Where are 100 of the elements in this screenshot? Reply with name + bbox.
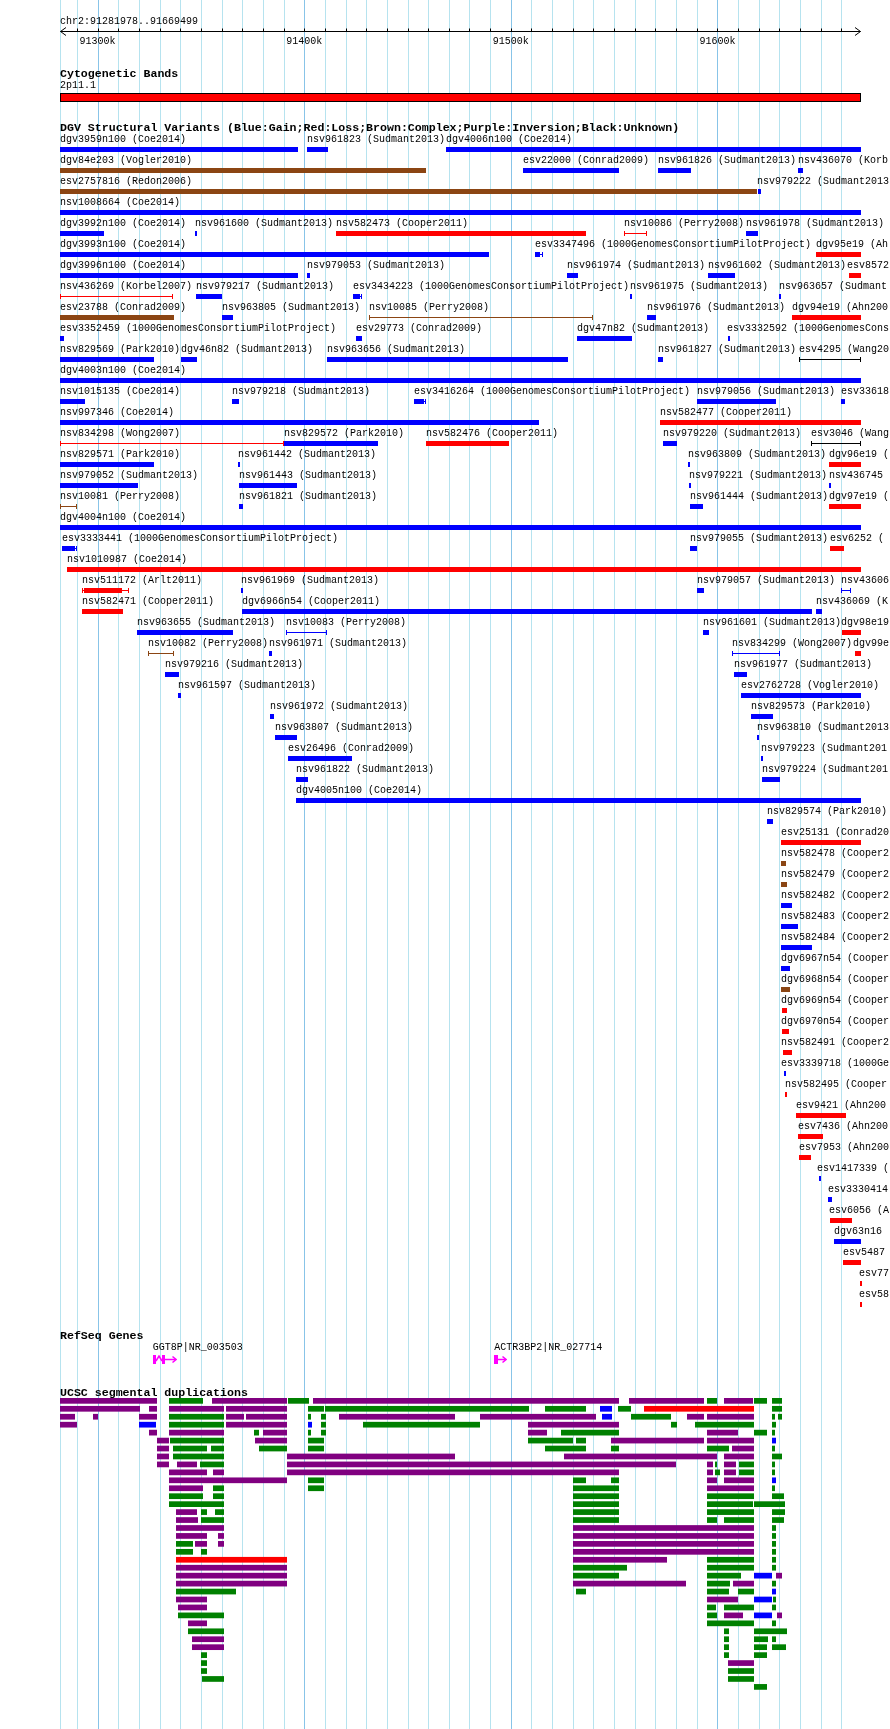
variant-bar[interactable] — [82, 588, 129, 593]
variant-label: dgv84e203 (Vogler2010) — [60, 154, 193, 166]
variant-label: dgv97e19 ( — [829, 490, 889, 502]
variant-label: esv1417339 ( — [817, 1162, 889, 1174]
variant-label: esv9421 (Ahn200 — [796, 1099, 886, 1111]
variant-label: nsv979224 (Sudmant201 — [762, 763, 889, 775]
variant-label: esv3046 (Wang — [811, 427, 889, 439]
variant-label: nsv961442 (Sudmant2013) — [238, 448, 377, 460]
variant-label: nsv1015135 (Coe2014) — [60, 385, 181, 397]
variant-label: esv25131 (Conrad20 — [781, 826, 890, 838]
variant-label: esv23788 (Conrad2009) — [60, 301, 187, 313]
variant-label: esv58 — [859, 1288, 889, 1300]
gene-label[interactable]: GGT8P|NR_003503 — [152, 1342, 243, 1353]
variant-label: nsv961444 (Sudmant2013) — [690, 490, 829, 502]
variant-label: nsv961969 (Sudmant2013) — [241, 574, 380, 586]
variant-label: dgv4005n100 (Coe2014) — [296, 784, 423, 796]
variant-label: nsv979220 (Sudmant2013) — [663, 427, 802, 439]
tick-label: 91300k — [79, 35, 116, 47]
variant-label: nsv829573 (Park2010) — [751, 700, 872, 712]
variant-label: nsv961597 (Sudmant2013) — [178, 679, 317, 691]
variant-label: nsv10086 (Perry2008) — [624, 217, 745, 229]
variant-label: nsv10082 (Perry2008) — [148, 637, 269, 649]
variant-label: nsv961823 (Sudmant2013) — [307, 133, 446, 145]
variant-label: nsv582483 (Cooper2 — [781, 910, 890, 922]
variant-range[interactable] — [841, 588, 851, 593]
variant-bar[interactable] — [62, 546, 77, 551]
variant-label: dgv3959n100 (Coe2014) — [60, 133, 187, 145]
variant-label: nsv829574 (Park2010) — [767, 805, 888, 817]
variant-label: esv2757816 (Redon2006) — [60, 175, 193, 187]
gene-arrow-icon[interactable] — [494, 1355, 508, 1364]
variant-label: nsv10081 (Perry2008) — [60, 490, 181, 502]
variant-label: nsv1010987 (Coe2014) — [67, 553, 188, 565]
variant-label: nsv961971 (Sudmant2013) — [269, 637, 408, 649]
variant-label: dgv99e — [853, 637, 889, 649]
variant-label: nsv582473 (Cooper2011) — [336, 217, 469, 229]
band-label: 2p11.1 — [60, 79, 96, 91]
variant-label: nsv961602 (Sudmant2013) — [708, 259, 847, 271]
variant-label: nsv436069 (K — [816, 595, 888, 607]
variant-range[interactable] — [148, 651, 174, 656]
variant-label: nsv961821 (Sudmant2013) — [239, 490, 378, 502]
variant-label: nsv979221 (Sudmant2013) — [689, 469, 828, 481]
variant-label: nsv1008664 (Coe2014) — [60, 196, 181, 208]
track-title: RefSeq Genes — [60, 1330, 144, 1342]
variant-label: nsv582478 (Cooper2 — [781, 847, 890, 859]
variant-label: nsv582491 (Cooper2 — [781, 1036, 890, 1048]
variant-label: nsv979052 (Sudmant2013) — [60, 469, 199, 481]
variant-range[interactable] — [799, 357, 861, 362]
variant-label: dgv6969n54 (Cooper — [781, 994, 890, 1006]
chromosome-band[interactable] — [60, 92, 861, 102]
variant-label: nsv961822 (Sudmant2013) — [296, 763, 435, 775]
variant-label: esv2762728 (Vogler2010) — [741, 679, 880, 691]
variant-label: esv3347496 (1000GenomesConsortiumPilotProject) — [535, 238, 812, 250]
variant-range[interactable] — [60, 504, 77, 509]
gene-label[interactable]: ACTR3BP2|NR_027714 — [494, 1342, 603, 1353]
position-text: chr2:91281978..91669499 — [60, 15, 199, 27]
variant-label: esv6056 (A — [829, 1204, 889, 1216]
variant-bar[interactable] — [535, 252, 543, 257]
variant-label: nsv961443 (Sudmant2013) — [239, 469, 378, 481]
variant-range[interactable] — [811, 441, 861, 446]
tick-label: 91600k — [699, 35, 736, 47]
variant-range[interactable] — [732, 651, 780, 656]
variant-label: dgv94e19 (Ahn200 — [792, 301, 888, 313]
variant-label: nsv961972 (Sudmant2013) — [270, 700, 409, 712]
variant-label: esv3339718 (1000Ge — [781, 1057, 890, 1069]
variant-label: nsv979056 (Sudmant2013) — [697, 385, 836, 397]
variant-label: nsv963657 (Sudmant — [779, 280, 888, 292]
variant-label: dgv6970n54 (Cooper — [781, 1015, 890, 1027]
variant-label: dgv47n82 (Sudmant2013) — [577, 322, 710, 334]
variant-label: nsv963810 (Sudmant2013 — [757, 721, 890, 733]
variant-bar[interactable] — [414, 399, 426, 404]
variant-label: esv3352459 (1000GenomesConsortiumPilotProject) — [60, 322, 337, 334]
variant-label: nsv43606 — [841, 574, 889, 586]
variant-label: nsv582471 (Cooper2011) — [82, 595, 215, 607]
variant-label: nsv834298 (Wong2007) — [60, 427, 181, 439]
variant-label: nsv963805 (Sudmant2013) — [222, 301, 361, 313]
variant-label: nsv979216 (Sudmant2013) — [165, 658, 304, 670]
variant-label: nsv511172 (Arlt2011) — [82, 574, 203, 586]
variant-label: dgv4004n100 (Coe2014) — [60, 511, 187, 523]
variant-label: esv3330414 — [828, 1183, 888, 1195]
variant-label: nsv961978 (Sudmant2013) — [746, 217, 885, 229]
variant-label: dgv6966n54 (Cooper2011) — [242, 595, 381, 607]
variant-bar[interactable] — [353, 294, 362, 299]
variant-range[interactable] — [286, 630, 327, 635]
variant-label: nsv829569 (Park2010) — [60, 343, 181, 355]
variant-label: dgv4003n100 (Coe2014) — [60, 364, 187, 376]
tick-label: 91500k — [492, 35, 529, 47]
variant-label: nsv961977 (Sudmant2013) — [734, 658, 873, 670]
variant-label: dgv6968n54 (Cooper — [781, 973, 890, 985]
variant-label: nsv582482 (Cooper2 — [781, 889, 890, 901]
variant-label: esv5487 — [843, 1246, 885, 1258]
gene-arrow-icon[interactable] — [152, 1355, 177, 1364]
track-title: Cytogenetic Bands — [60, 67, 179, 80]
variant-range[interactable] — [369, 315, 593, 320]
variant-label: esv29773 (Conrad2009) — [356, 322, 483, 334]
variant-label: nsv582484 (Cooper2 — [781, 931, 890, 943]
variant-label: nsv961827 (Sudmant2013) — [658, 343, 797, 355]
variant-label: esv77 — [859, 1267, 889, 1279]
track-title: DGV Structural Variants (Blue:Gain;Red:Loss;Brown:Complex;Purple:Inversion;Black:Unknown) — [60, 122, 680, 134]
variant-label: nsv963656 (Sudmant2013) — [327, 343, 466, 355]
variant-label: esv3416264 (1000GenomesConsortiumPilotProject) — [414, 385, 691, 397]
